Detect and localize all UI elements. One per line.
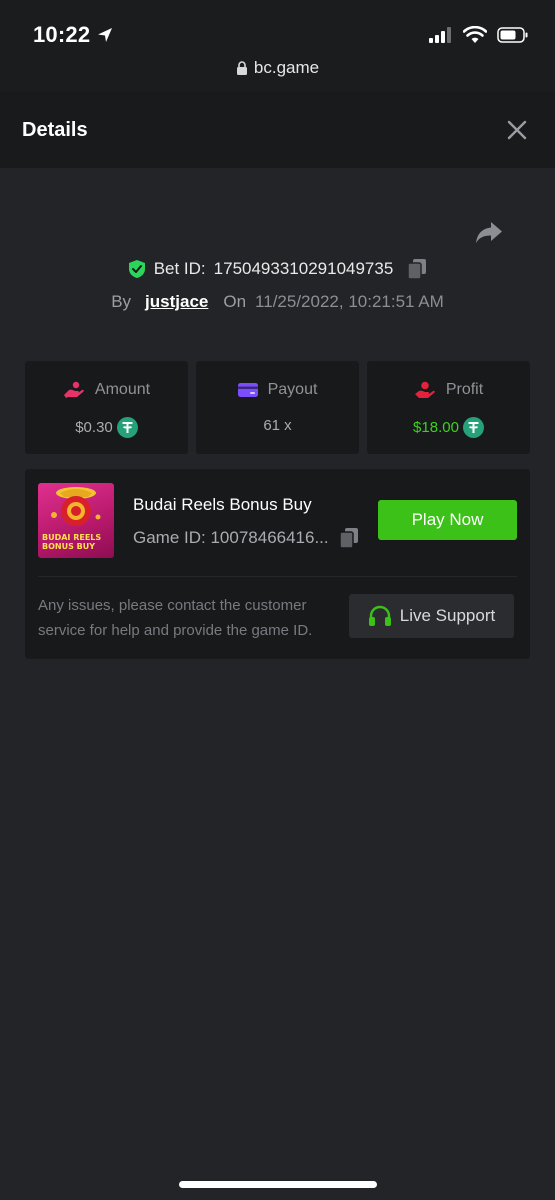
username-link[interactable]: justjace [145, 292, 208, 312]
profit-hand-icon [414, 381, 435, 398]
game-thumbnail[interactable]: BUDAI REELS BONUS BUY [38, 483, 114, 558]
on-label: On [223, 292, 247, 311]
payout-value: 61 x [263, 417, 292, 434]
cellular-signal-icon [429, 27, 451, 43]
bet-id-value: 1750493310291049735 [213, 259, 394, 278]
play-now-button[interactable]: Play Now [378, 500, 517, 540]
bet-meta-row: By justjace On 11/25/2022, 10:21:51 AM [0, 292, 555, 312]
live-support-label: Live Support [399, 606, 496, 625]
status-icons [429, 26, 529, 44]
verified-shield-icon [128, 260, 145, 278]
amount-hand-icon [63, 381, 84, 398]
game-name: Budai Reels Bonus Buy [133, 495, 312, 514]
profit-value: $18.00 [413, 419, 459, 436]
game-id-row: Game ID: 10078466416... [133, 527, 359, 549]
profit-label: Profit [445, 381, 484, 398]
home-indicator[interactable] [179, 1181, 377, 1188]
wifi-icon [463, 26, 487, 43]
tether-icon [116, 417, 138, 438]
lock-icon [236, 61, 247, 75]
battery-icon [497, 27, 528, 43]
amount-value: $0.30 [75, 419, 113, 436]
copy-icon[interactable] [407, 258, 427, 280]
tether-icon [462, 417, 484, 438]
time-text: 10:22 [33, 22, 91, 47]
close-icon[interactable] [505, 118, 529, 142]
bet-id-label: Bet ID: [153, 259, 206, 278]
url-text: bc.game [253, 58, 320, 77]
bet-id-row: Bet ID: 1750493310291049735 [0, 258, 555, 280]
budai-lantern-icon [51, 487, 101, 526]
copy-icon[interactable] [338, 527, 359, 549]
amount-label: Amount [94, 381, 151, 398]
game-card: BUDAI REELS BONUS BUY Budai Reels Bonus … [25, 469, 530, 659]
bet-datetime: 11/25/2022, 10:21:51 AM [255, 292, 444, 311]
payout-label: Payout [267, 381, 318, 398]
amount-card: Amount $0.30 [25, 361, 188, 454]
divider [38, 576, 517, 577]
page-title: Details [22, 119, 88, 141]
location-arrow-icon [98, 28, 113, 42]
by-label: By [111, 292, 132, 311]
payout-card: Payout 61 x [196, 361, 359, 454]
status-time: 10:22 [33, 22, 114, 48]
browser-url-bar[interactable]: bc.game [0, 58, 555, 78]
share-icon[interactable] [474, 219, 504, 247]
live-support-button[interactable]: Live Support [349, 594, 514, 638]
thumb-subtitle: BONUS BUY [42, 542, 96, 551]
status-bar: 10:22 bc.game [0, 0, 555, 92]
details-header: Details [0, 92, 555, 168]
profit-card: Profit $18.00 [367, 361, 530, 454]
support-notice: Any issues, please contact the customer … [38, 597, 313, 639]
thumb-title: BUDAI REELS [42, 533, 102, 542]
headset-icon [368, 605, 391, 626]
game-id-text: Game ID: 10078466416... [133, 528, 329, 547]
payout-card-icon [237, 383, 258, 397]
